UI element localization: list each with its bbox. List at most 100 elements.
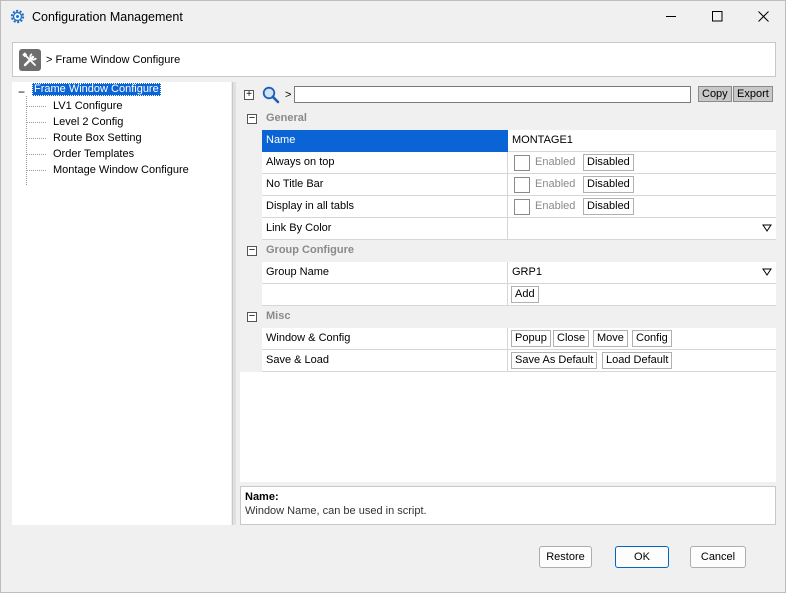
property-value: Popup Close Move Config bbox=[508, 328, 776, 350]
property-value: Add bbox=[508, 284, 776, 306]
row-gutter bbox=[240, 174, 262, 196]
maximize-button[interactable] bbox=[694, 1, 740, 31]
property-row-group-name: Group Name GRP1 bbox=[240, 262, 776, 284]
breadcrumb-text: > Frame Window Configure bbox=[46, 54, 181, 66]
row-gutter bbox=[240, 130, 262, 152]
cancel-button[interactable]: Cancel bbox=[690, 546, 746, 568]
property-label[interactable]: Group Name bbox=[262, 262, 508, 284]
section-collapse-toggle[interactable]: − bbox=[247, 311, 257, 322]
disabled-button[interactable]: Disabled bbox=[583, 154, 634, 171]
ok-button[interactable]: OK bbox=[615, 546, 669, 568]
name-value[interactable]: MONTAGE1 bbox=[508, 130, 776, 152]
row-gutter bbox=[240, 350, 262, 372]
property-value: Enabled Disabled bbox=[508, 174, 776, 196]
property-label bbox=[262, 284, 508, 306]
add-button[interactable]: Add bbox=[511, 286, 539, 303]
config-tree[interactable]: − Frame Window Configure LV1 Configure L… bbox=[12, 82, 231, 525]
enabled-label: Enabled bbox=[535, 156, 576, 168]
tools-icon[interactable] bbox=[19, 49, 41, 71]
tree-item-frame-window-configure[interactable]: Frame Window Configure bbox=[32, 83, 161, 96]
property-label[interactable]: Link By Color bbox=[262, 218, 508, 240]
section-label: Misc bbox=[266, 310, 291, 322]
dropdown-arrow-icon[interactable] bbox=[762, 267, 772, 277]
property-label[interactable]: Window & Config bbox=[262, 328, 508, 350]
property-row-always-on-top: Always on top Enabled Disabled bbox=[240, 152, 776, 174]
save-as-default-button[interactable]: Save As Default bbox=[511, 352, 598, 369]
property-row-link-by-color: Link By Color bbox=[240, 218, 776, 240]
help-title: Name: bbox=[245, 491, 279, 503]
tree-connector bbox=[26, 96, 27, 185]
row-gutter bbox=[240, 284, 262, 306]
minimize-icon bbox=[665, 15, 676, 17]
close-icon bbox=[757, 10, 769, 22]
group-name-value: GRP1 bbox=[512, 266, 542, 278]
property-label[interactable]: Name bbox=[262, 130, 508, 152]
close-window-button[interactable]: Close bbox=[553, 330, 590, 347]
property-grid: + > Copy Export − General Name MONTAGE1 … bbox=[240, 82, 776, 482]
tree-item-route-box-setting[interactable]: Route Box Setting bbox=[53, 132, 142, 145]
help-panel: Name: Window Name, can be used in script… bbox=[240, 486, 776, 525]
property-label[interactable]: Display in all tabls bbox=[262, 196, 508, 218]
section-misc: − Misc bbox=[240, 306, 776, 328]
enabled-label: Enabled bbox=[535, 200, 576, 212]
tree-item-level-2-config[interactable]: Level 2 Config bbox=[53, 116, 123, 129]
no-title-bar-checkbox[interactable] bbox=[514, 177, 530, 193]
maximize-icon bbox=[711, 10, 722, 21]
title-bar[interactable]: Configuration Management bbox=[1, 1, 786, 33]
property-label[interactable]: No Title Bar bbox=[262, 174, 508, 196]
search-input[interactable] bbox=[294, 86, 691, 103]
disabled-button[interactable]: Disabled bbox=[583, 198, 634, 215]
tree-item-order-templates[interactable]: Order Templates bbox=[53, 148, 134, 161]
group-name-dropdown[interactable]: GRP1 bbox=[508, 262, 776, 284]
disabled-button[interactable]: Disabled bbox=[583, 176, 634, 193]
restore-button[interactable]: Restore bbox=[539, 546, 592, 568]
tree-item-lv1-configure[interactable]: LV1 Configure bbox=[53, 100, 123, 113]
breadcrumb: > Frame Window Configure bbox=[12, 42, 776, 77]
link-by-color-dropdown[interactable] bbox=[508, 218, 776, 240]
tree-connector bbox=[26, 154, 46, 155]
tree-collapse-toggle[interactable]: − bbox=[18, 86, 25, 98]
property-row-save-load: Save & Load Save As Default Load Default bbox=[240, 350, 776, 372]
row-gutter bbox=[240, 218, 262, 240]
window-title: Configuration Management bbox=[32, 10, 183, 24]
tree-item-montage-window-configure[interactable]: Montage Window Configure bbox=[53, 164, 189, 177]
property-value: Enabled Disabled bbox=[508, 152, 776, 174]
close-button[interactable] bbox=[740, 1, 786, 31]
search-icon[interactable] bbox=[261, 86, 281, 104]
always-on-top-checkbox[interactable] bbox=[514, 155, 530, 171]
section-group-configure: − Group Configure bbox=[240, 240, 776, 262]
section-label: General bbox=[266, 112, 307, 124]
help-description: Window Name, can be used in script. bbox=[245, 505, 427, 517]
section-collapse-toggle[interactable]: − bbox=[247, 245, 257, 256]
row-gutter bbox=[240, 196, 262, 218]
popup-button[interactable]: Popup bbox=[511, 330, 551, 347]
expand-all-toggle[interactable]: + bbox=[244, 90, 254, 100]
load-default-button[interactable]: Load Default bbox=[602, 352, 673, 369]
row-gutter bbox=[240, 262, 262, 284]
property-row-display-all: Display in all tabls Enabled Disabled bbox=[240, 196, 776, 218]
minimize-button[interactable] bbox=[648, 1, 694, 31]
panel-splitter[interactable] bbox=[232, 82, 236, 525]
tree-connector bbox=[26, 138, 46, 139]
property-row-add: Add bbox=[240, 284, 776, 306]
property-value: Save As Default Load Default bbox=[508, 350, 776, 372]
property-label[interactable]: Save & Load bbox=[262, 350, 508, 372]
export-button[interactable]: Export bbox=[733, 86, 773, 102]
configuration-window: Configuration Management > Frame Window … bbox=[0, 0, 786, 593]
path-separator: > bbox=[285, 89, 292, 101]
property-value: Enabled Disabled bbox=[508, 196, 776, 218]
display-all-checkbox[interactable] bbox=[514, 199, 530, 215]
enabled-label: Enabled bbox=[535, 178, 576, 190]
property-label[interactable]: Always on top bbox=[262, 152, 508, 174]
config-button[interactable]: Config bbox=[632, 330, 672, 347]
tree-connector bbox=[26, 122, 46, 123]
dropdown-arrow-icon[interactable] bbox=[762, 223, 772, 233]
section-collapse-toggle[interactable]: − bbox=[247, 113, 257, 124]
move-button[interactable]: Move bbox=[593, 330, 628, 347]
copy-button[interactable]: Copy bbox=[698, 86, 732, 102]
tree-connector bbox=[26, 170, 46, 171]
property-row-window-config: Window & Config Popup Close Move Config bbox=[240, 328, 776, 350]
section-label: Group Configure bbox=[266, 244, 354, 256]
gear-icon bbox=[10, 9, 25, 24]
row-gutter bbox=[240, 152, 262, 174]
